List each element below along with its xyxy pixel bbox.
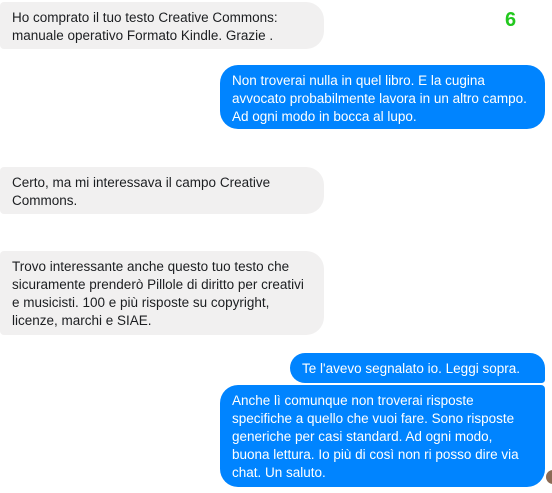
message-text: Anche lì comunque non troverai risposte … (232, 393, 519, 480)
message-text: Certo, ma mi interessava il campo Creati… (12, 175, 271, 208)
message-outgoing: Anche lì comunque non troverai risposte … (220, 385, 545, 487)
page-number: 6 (505, 9, 517, 31)
message-incoming: Certo, ma mi interessava il campo Creati… (0, 167, 324, 214)
message-text: Ho comprato il tuo testo Creative Common… (12, 10, 278, 43)
message-text: Trovo interessante anche questo tuo test… (12, 259, 304, 328)
message-outgoing: Te l'avevo segnalato io. Leggi sopra. (290, 353, 545, 383)
message-incoming: Trovo interessante anche questo tuo test… (0, 251, 324, 335)
message-incoming: Ho comprato il tuo testo Creative Common… (0, 2, 324, 49)
message-text: Te l'avevo segnalato io. Leggi sopra. (302, 361, 520, 376)
message-outgoing: Non troverai nulla in quel libro. E la c… (220, 65, 545, 129)
avatar (546, 470, 552, 484)
message-text: Non troverai nulla in quel libro. E la c… (232, 73, 527, 124)
